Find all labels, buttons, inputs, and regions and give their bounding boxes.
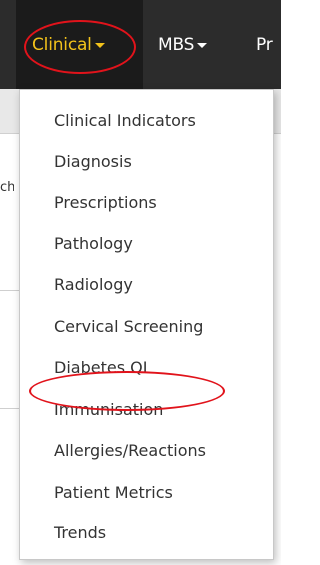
menu-item-pathology[interactable]: Pathology [54,234,133,254]
annotation-oval-clinical [24,20,136,74]
menu-item-patient-metrics[interactable]: Patient Metrics [54,483,173,503]
nav-menu-label: MBS [158,35,195,55]
top-navbar: Clinical MBS Pr [0,0,281,89]
screenshot-stage: ch Clinical MBS Pr Clinical Indicators D… [0,0,281,565]
annotation-oval-immunisation [29,371,225,411]
page-text-fragment: ch [0,180,14,195]
menu-item-radiology[interactable]: Radiology [54,275,133,295]
page-divider [0,408,20,409]
page-divider [0,290,20,291]
nav-menu-label: Pr [256,35,273,55]
menu-item-cervical-screening[interactable]: Cervical Screening [54,317,203,337]
menu-item-allergies-reactions[interactable]: Allergies/Reactions [54,441,206,461]
clinical-dropdown-menu: Clinical Indicators Diagnosis Prescripti… [19,89,274,560]
nav-menu-mbs[interactable]: MBS [158,34,208,56]
nav-menu-truncated[interactable]: Pr [256,34,273,56]
menu-item-clinical-indicators[interactable]: Clinical Indicators [54,111,196,131]
menu-item-diagnosis[interactable]: Diagnosis [54,152,132,172]
menu-item-trends[interactable]: Trends [54,523,106,543]
caret-down-icon [197,42,208,48]
menu-item-prescriptions[interactable]: Prescriptions [54,193,157,213]
